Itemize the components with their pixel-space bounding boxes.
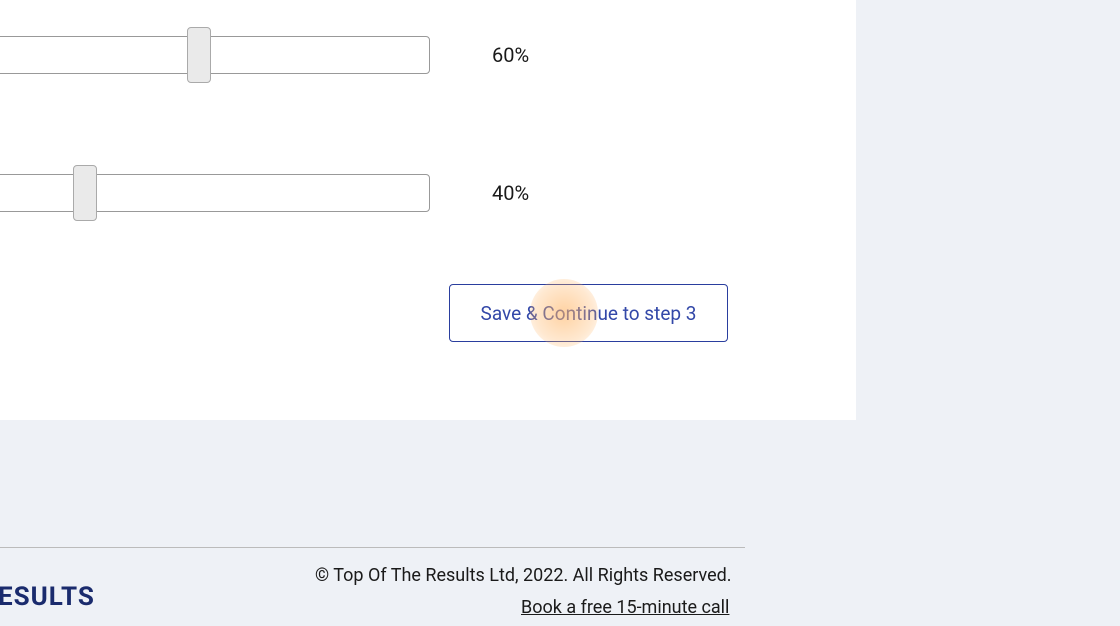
- slider-thumb-2[interactable]: [73, 165, 97, 221]
- logo-fragment: ESULTS: [0, 582, 95, 612]
- main-content-panel: 60% 40% Save & Continue to step 3: [0, 0, 856, 420]
- slider-track-2[interactable]: [0, 174, 430, 212]
- slider-track-1[interactable]: [0, 36, 430, 74]
- slider-thumb-1[interactable]: [187, 27, 211, 83]
- book-call-link[interactable]: Book a free 15-minute call: [521, 597, 729, 618]
- footer-separator: [0, 547, 745, 548]
- slider-value-1: 60%: [492, 43, 529, 67]
- footer-copyright: © Top Of The Results Ltd, 2022. All Righ…: [315, 565, 732, 586]
- slider-value-2: 40%: [492, 181, 529, 205]
- slider-row-2: 40%: [0, 174, 529, 212]
- save-continue-button[interactable]: Save & Continue to step 3: [449, 284, 728, 342]
- slider-row-1: 60%: [0, 36, 529, 74]
- save-continue-label: Save & Continue to step 3: [481, 302, 697, 325]
